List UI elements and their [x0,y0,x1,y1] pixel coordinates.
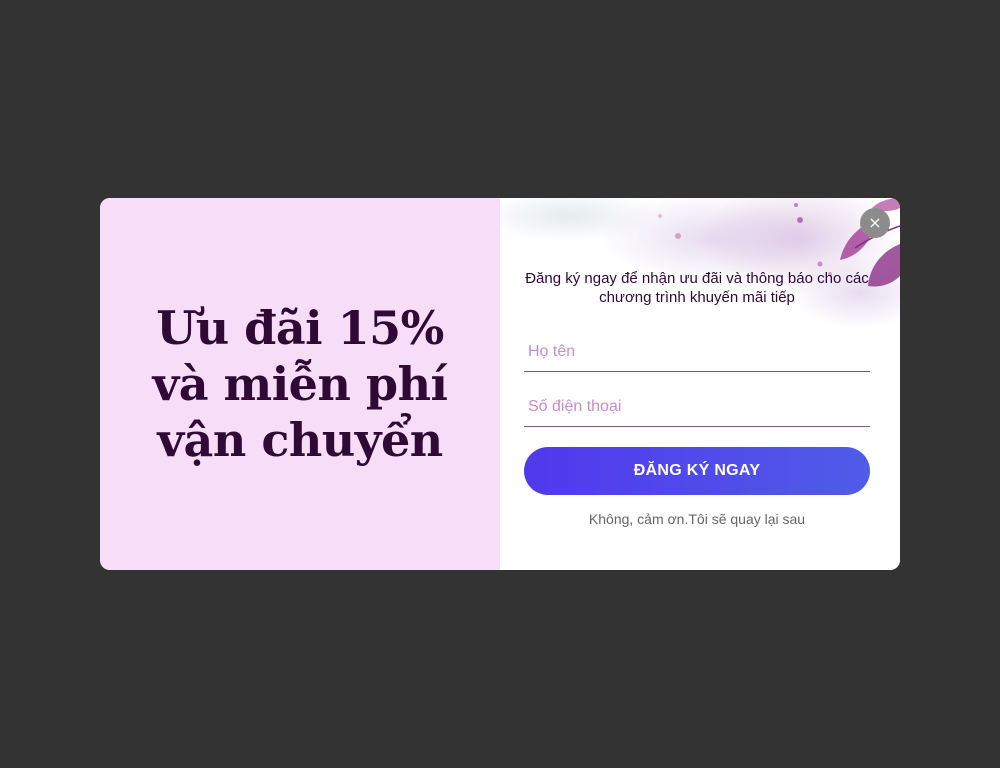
name-input[interactable] [524,332,870,372]
close-button[interactable]: × [860,208,890,238]
signup-form-panel: × Đăng ký ngay để nhận ưu đãi và thông b… [500,198,900,570]
dismiss-link[interactable]: Không, cảm ơn.Tôi sẽ quay lại sau [500,511,894,527]
promo-panel: Ưu đãi 15% và miễn phí vận chuyển [100,198,500,570]
signup-popup: Ưu đãi 15% và miễn phí vận chuyển × Đăng… [100,198,900,570]
promo-headline: Ưu đãi 15% và miễn phí vận chuyển [152,301,448,467]
close-icon: × [868,213,882,232]
phone-input[interactable] [524,387,870,427]
signup-subtitle: Đăng ký ngay để nhận ưu đãi và thông báo… [525,270,869,306]
submit-button[interactable]: ĐĂNG KÝ NGAY [524,447,870,495]
watercolor-leaves-icon [500,198,900,328]
